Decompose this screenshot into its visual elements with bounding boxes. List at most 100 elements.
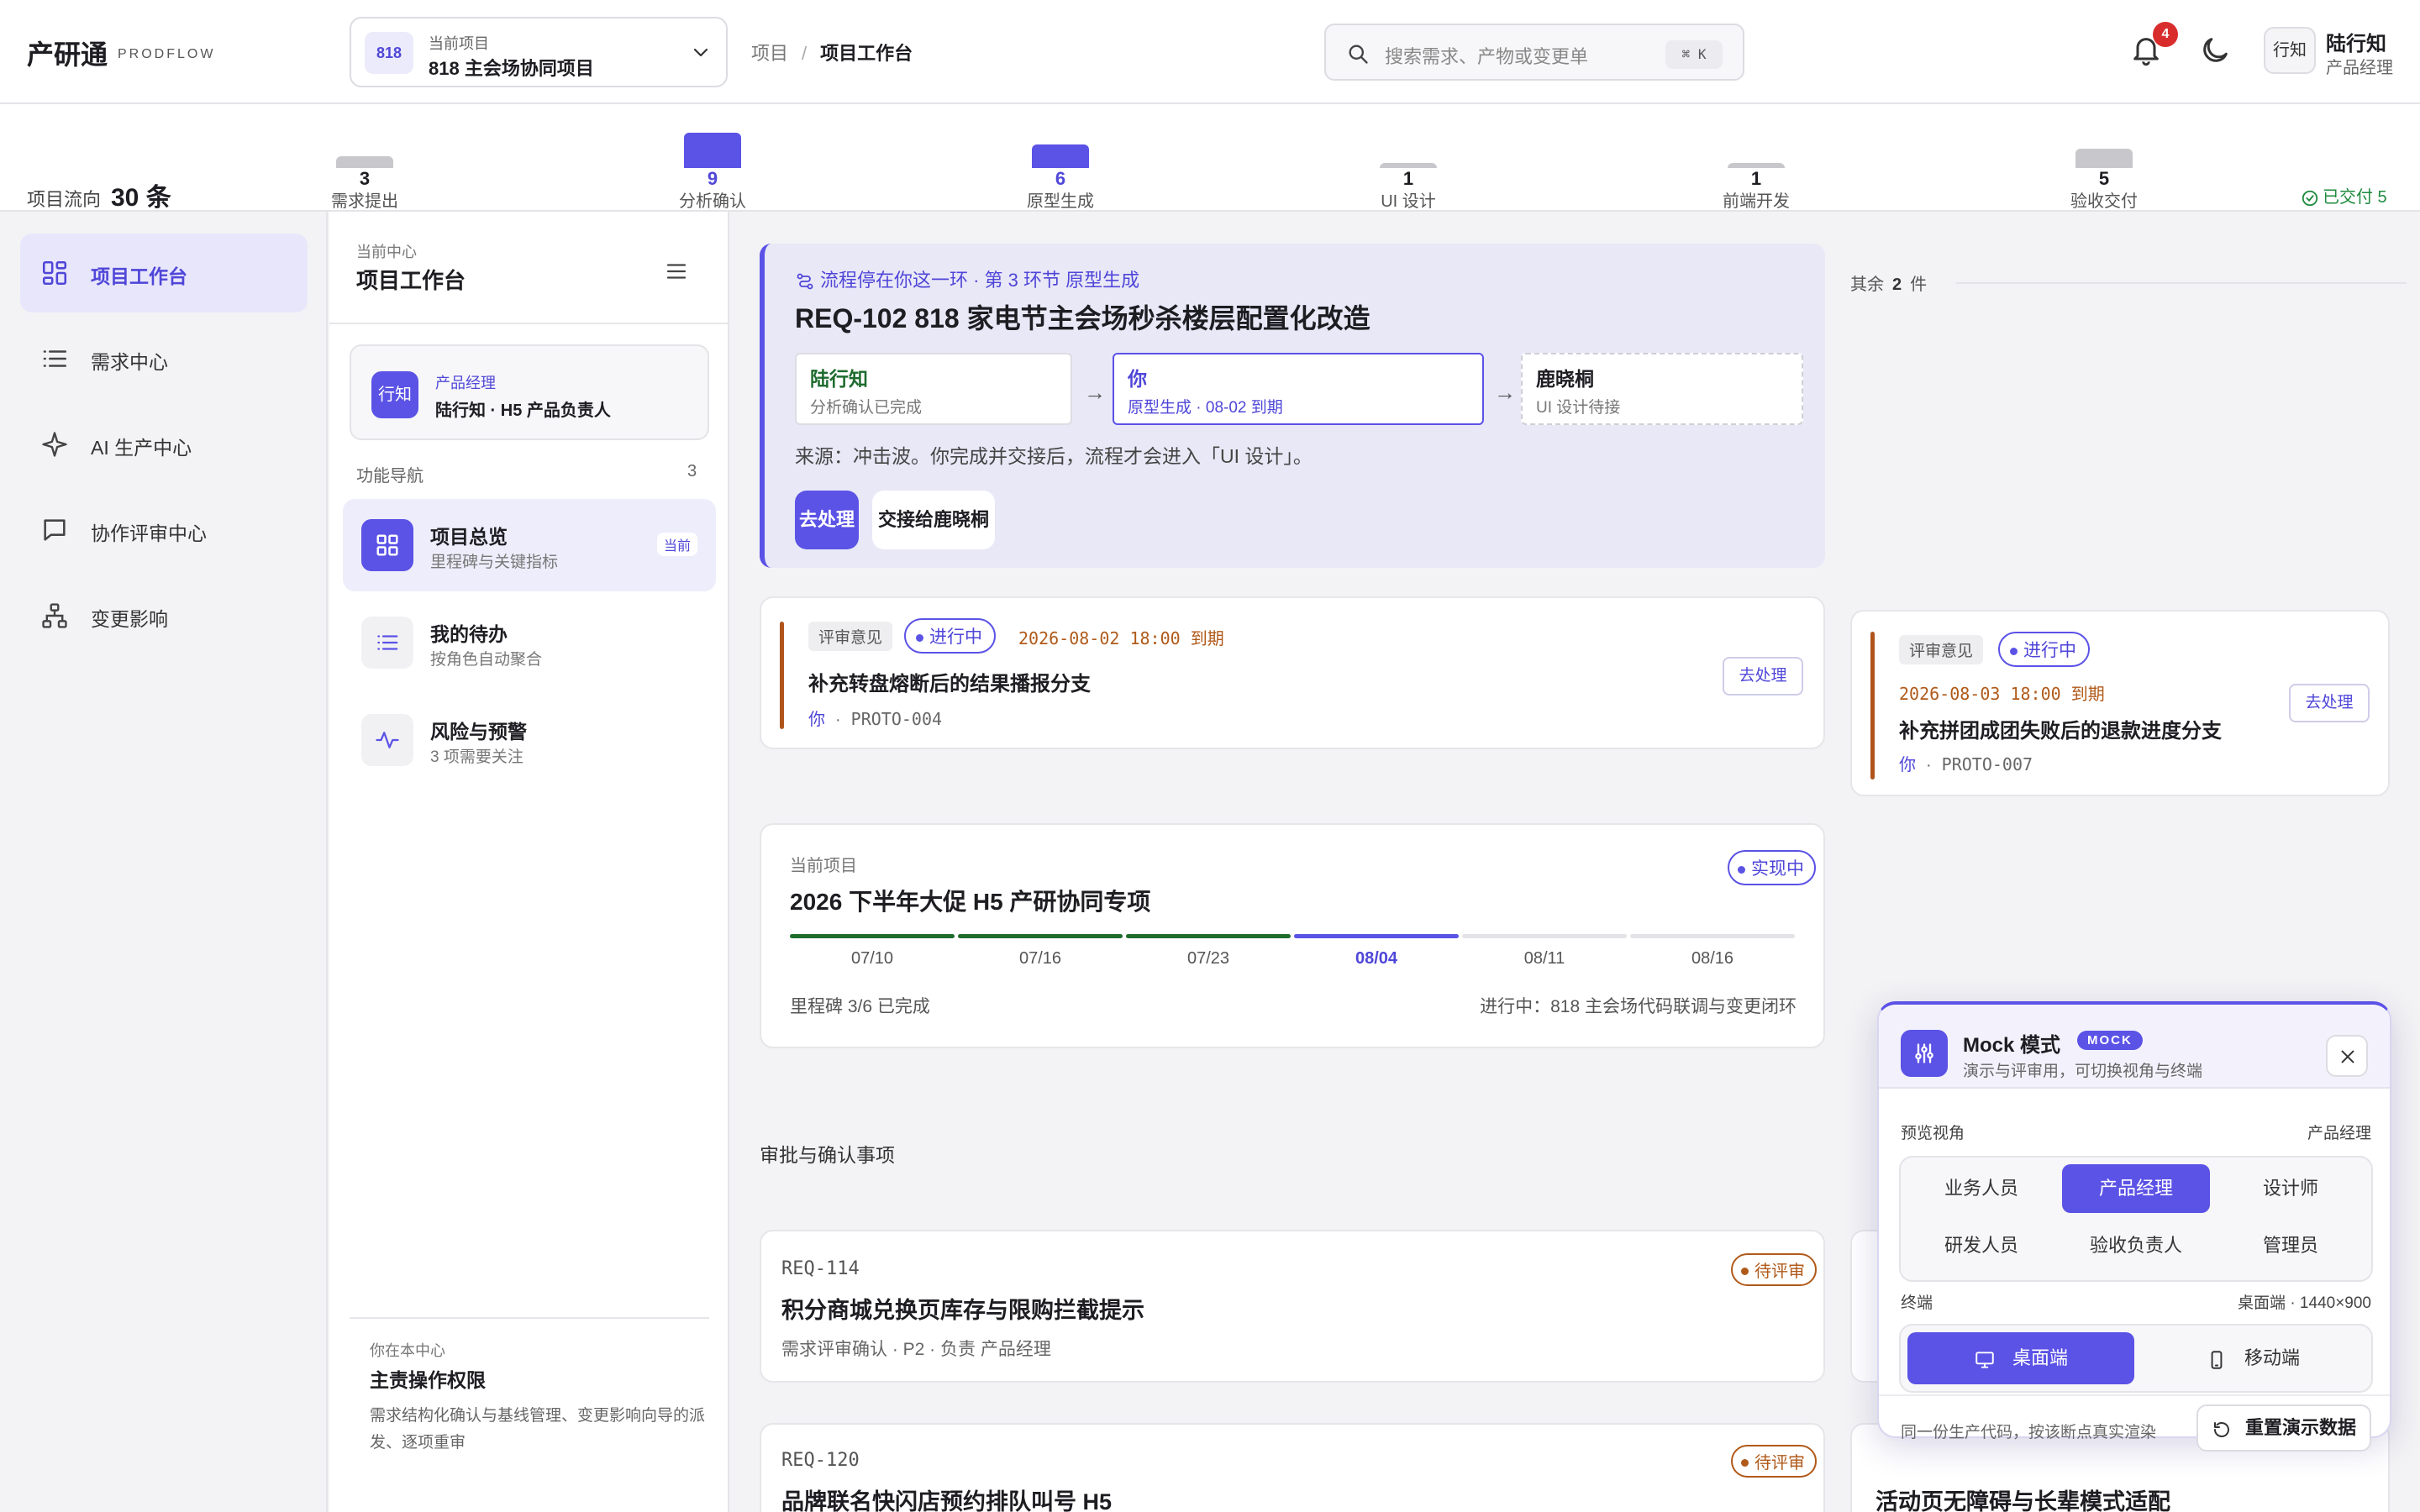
process-button[interactable]: 去处理 (1723, 657, 1803, 696)
meta-sep: · (835, 711, 841, 729)
arrow-right-icon: → (1084, 380, 1106, 405)
flow-stage-name: 分析确认 (679, 192, 746, 211)
role-option[interactable]: 业务人员 (1907, 1164, 2055, 1213)
others-label: 其余 2 件 (1850, 270, 1927, 295)
review-title: 补充拼团成团失败后的退款进度分支 (1899, 720, 2222, 743)
view-label: 预览视角 (1901, 1125, 1965, 1142)
milestone-segment (958, 934, 1123, 938)
flow-stage[interactable]: 5 验收交付 (2037, 104, 2171, 212)
milestone-date: 08/04 (1355, 949, 1398, 968)
review-tag: 评审意见 (1899, 635, 1984, 664)
approval-card[interactable]: REQ-114 待评审 积分商城兑换页库存与限购拦截提示 需求评审确认 · P2… (760, 1230, 1825, 1383)
flow-stage[interactable]: 9 分析确认 (645, 104, 780, 212)
reset-label: 重置演示数据 (2244, 1417, 2356, 1438)
milestone-date: 08/11 (1523, 949, 1565, 968)
panel-item-todo[interactable]: 我的待办 按角色自动聚合 (343, 596, 716, 689)
terminal-desktop-option[interactable]: 桌面端 (1907, 1332, 2134, 1384)
step-owner: 陆行知 (810, 368, 868, 390)
top-bar: 产研通 PRODFLOW 818 当前项目 818 主会场协同项目 项目 / 项目工… (0, 0, 2420, 104)
flow-stage[interactable]: 6 原型生成 (993, 104, 1128, 212)
panel-item-overview[interactable]: 项目总览 里程碑与关键指标 当前 (343, 499, 716, 591)
project-title: 2026 下半年大促 H5 产研协同专项 (790, 889, 1151, 915)
role-option[interactable]: 验收负责人 (2062, 1221, 2210, 1270)
milestone-date: 07/16 (1018, 949, 1062, 968)
role-options: 业务人员 产品经理 设计师 研发人员 验收负责人 管理员 (1899, 1156, 2373, 1282)
terminal-mobile-option[interactable]: 移动端 (2139, 1332, 2366, 1384)
terminal-option-label: 桌面端 (2012, 1347, 2068, 1368)
moon-icon[interactable] (2198, 34, 2232, 67)
chevron-down-icon (691, 42, 711, 62)
search-box[interactable]: 搜索需求、产物或变更单 ⌘ K (1324, 24, 1744, 81)
chat-icon (40, 516, 69, 544)
step-status: 原型生成 · 08-02 到期 (1128, 399, 1283, 417)
breadcrumb-sep: / (802, 43, 808, 64)
role-option[interactable]: 产品经理 (2062, 1164, 2210, 1213)
sidebar-item-review[interactable]: 协作评审中心 (20, 491, 308, 570)
review-meta: 你 · PROTO-004 (808, 706, 942, 730)
divider (350, 1317, 709, 1319)
reset-demo-button[interactable]: 重置演示数据 (2196, 1404, 2371, 1452)
role-option[interactable]: 设计师 (2217, 1164, 2365, 1213)
review-card[interactable]: 评审意见 进行中 2026-08-02 18:00 到期 补充转盘熔断后的结果播… (760, 596, 1825, 749)
flow-total: 30 条 (111, 184, 171, 212)
milestone-segment (1630, 934, 1795, 938)
handoff-button[interactable]: 交接给鹿晓桐 (872, 491, 995, 549)
search-shortcut: ⌘ K (1665, 40, 1723, 69)
flow-stage[interactable]: 1 前端开发 (1689, 104, 1823, 212)
accent-bar (780, 622, 784, 729)
role-option[interactable]: 管理员 (2217, 1221, 2365, 1270)
list-icon (40, 344, 69, 373)
process-button[interactable]: 去处理 (2289, 684, 2370, 722)
menu-icon[interactable] (664, 259, 689, 284)
sidebar-item-label: 需求中心 (91, 351, 168, 373)
milestone-date: 08/16 (1691, 949, 1734, 968)
panel-caption: 当前中心 (356, 244, 417, 260)
approval-id: REQ-120 (781, 1450, 860, 1471)
sidebar-item-requirements[interactable]: 需求中心 (20, 319, 308, 398)
panel-item-risk[interactable]: 风险与预警 3 项需要关注 (343, 694, 716, 786)
role-avatar: 行知 (371, 371, 418, 418)
review-card[interactable]: 评审意见 进行中 2026-08-03 18:00 到期 补充拼团成团失败后的退… (1850, 610, 2390, 796)
close-button[interactable] (2326, 1035, 2368, 1077)
terminal-options: 桌面端 移动端 (1899, 1324, 2373, 1393)
avatar[interactable]: 行知 (2264, 27, 2316, 74)
status-badge: 待评审 (1731, 1253, 1817, 1286)
flow-step-next: 鹿晓桐 UI 设计待接 (1521, 353, 1803, 425)
milestone-progress: 里程碑 3/6 已完成 (790, 997, 930, 1016)
brand-name: 产研通 (27, 39, 108, 70)
delivered-label: 已交付 5 (2323, 188, 2387, 207)
panel-item-desc: 按角色自动聚合 (430, 651, 543, 669)
review-meta: 你 · PROTO-007 (1899, 751, 2033, 775)
approval-card[interactable]: REQ-120 待评审 品牌联名快闪店预约排队叫号 H5 (760, 1423, 1825, 1512)
sidebar-item-change-impact[interactable]: 变更影响 (20, 576, 308, 655)
project-select[interactable]: 818 当前项目 818 主会场协同项目 (350, 17, 728, 87)
flow-stage[interactable]: 1 UI 设计 (1341, 104, 1476, 212)
status-badge: 进行中 (904, 618, 996, 654)
sidebar-item-ai-production[interactable]: AI 生产中心 (20, 405, 308, 484)
mock-note: 同一份生产代码，按该断点真实渲染 (1901, 1424, 2157, 1441)
sidebar-item-label: AI 生产中心 (91, 437, 192, 459)
grid-icon (40, 259, 69, 287)
flow-label: 项目流向 (27, 189, 102, 210)
project-card[interactable]: 当前项目 2026 下半年大促 H5 产研协同专项 实现中 07/10 07/16… (760, 823, 1825, 1048)
approval-meta: 需求评审确认 · P2 · 负责 产品经理 (781, 1340, 1051, 1359)
role-option[interactable]: 研发人员 (1907, 1221, 2055, 1270)
search-input[interactable]: 搜索需求、产物或变更单 (1385, 42, 1588, 69)
review-title: 补充转盘熔断后的结果播报分支 (808, 673, 1091, 696)
review-ref: PROTO-007 (1941, 754, 2033, 774)
sidebar-item-workbench[interactable]: 项目工作台 (20, 234, 308, 312)
panel-item-title: 项目总览 (430, 526, 508, 548)
view-value: 产品经理 (2307, 1125, 2371, 1142)
process-button[interactable]: 去处理 (795, 491, 859, 549)
breadcrumb-current: 项目工作台 (820, 43, 913, 64)
terminal-option-label: 移动端 (2244, 1347, 2300, 1368)
panel-item-title: 风险与预警 (430, 721, 527, 743)
search-icon (1346, 42, 1370, 66)
role-title: 产品经理 (435, 375, 496, 391)
breadcrumb-root[interactable]: 项目 (751, 43, 788, 64)
project-caption: 当前项目 (790, 857, 857, 875)
flow-stage[interactable]: 3 需求提出 (297, 104, 432, 212)
due-date: 2026-08-02 18:00 到期 (1018, 628, 1224, 648)
status-badge: 待评审 (1731, 1445, 1817, 1478)
milestone-date: 07/23 (1186, 949, 1230, 968)
